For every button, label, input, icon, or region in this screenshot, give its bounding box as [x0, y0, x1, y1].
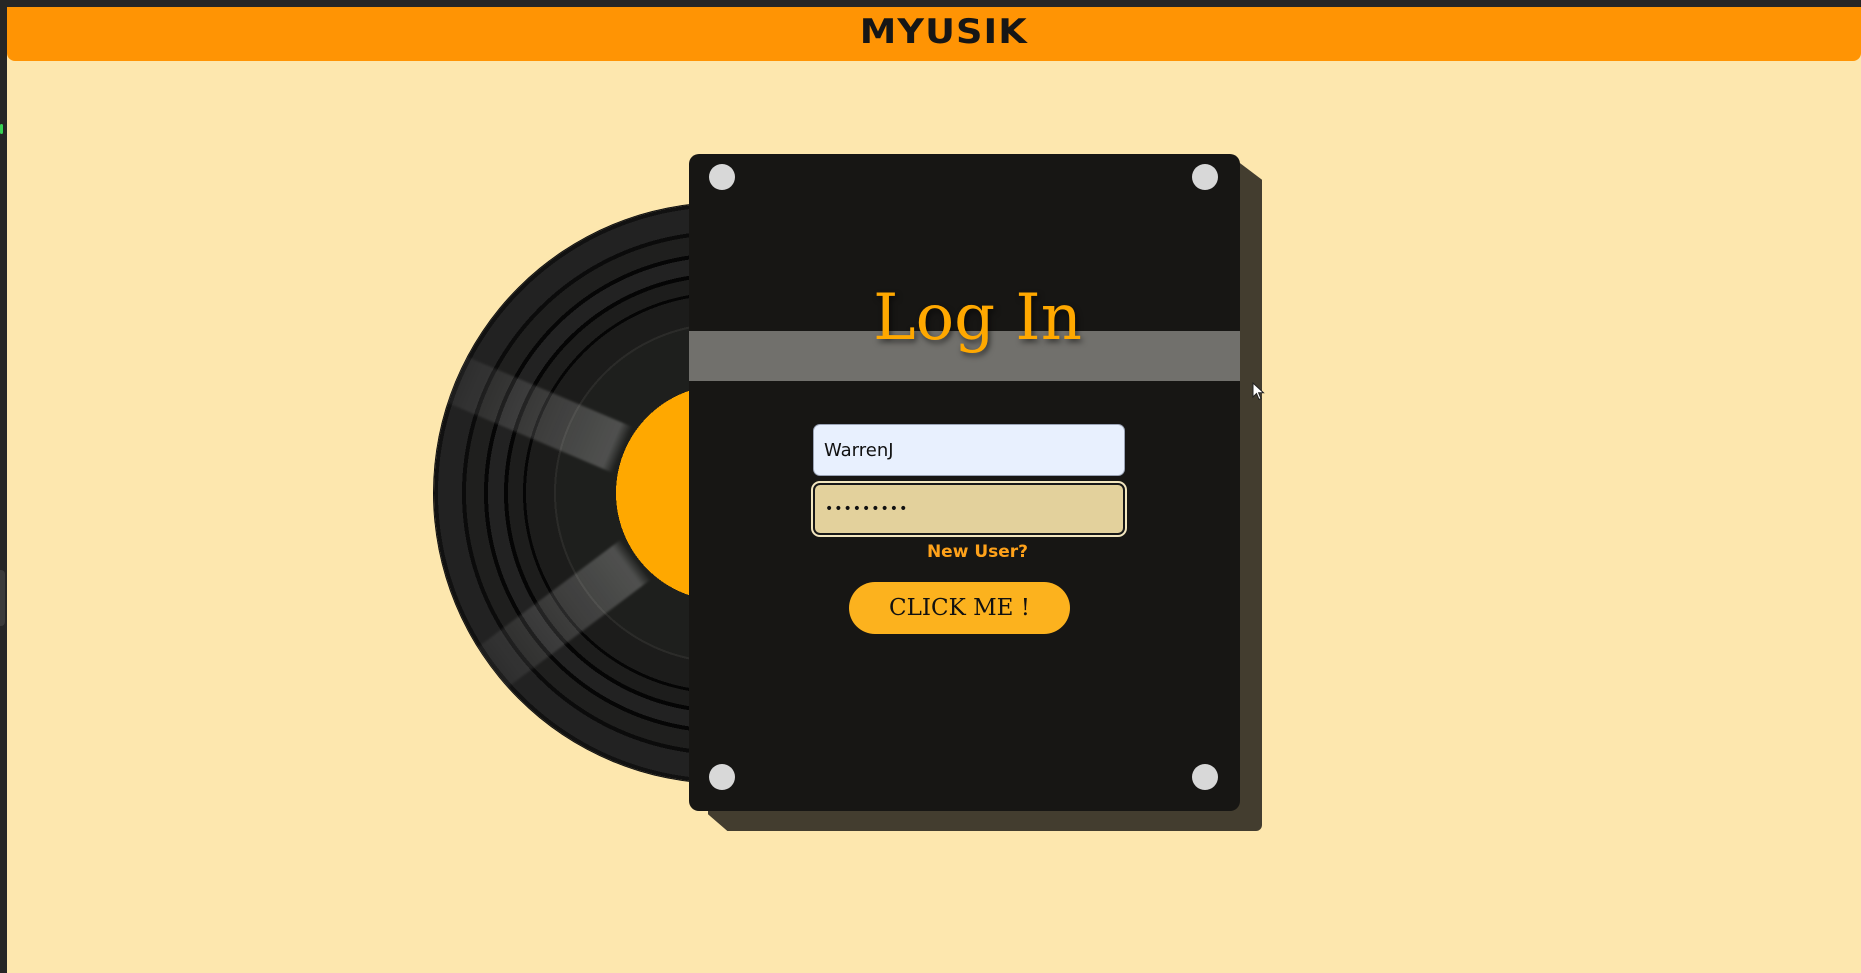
top-bar: MYUSIK: [7, 7, 1861, 61]
screw-icon: [709, 764, 735, 790]
login-panel: Log In New User? CLICK ME !: [689, 154, 1240, 811]
login-submit-button[interactable]: CLICK ME !: [849, 582, 1070, 634]
side-handle[interactable]: [0, 570, 5, 626]
screw-icon: [1192, 164, 1218, 190]
password-input[interactable]: [813, 483, 1125, 535]
page: MYUSIK Log In New User? CLICK ME !: [7, 7, 1861, 973]
new-user-link[interactable]: New User?: [702, 542, 1253, 562]
username-input[interactable]: [813, 424, 1125, 476]
screw-icon: [709, 164, 735, 190]
status-indicator: [0, 124, 3, 134]
mouse-cursor-icon: [1252, 382, 1265, 401]
login-title: Log In: [873, 281, 1082, 355]
screw-icon: [1192, 764, 1218, 790]
brand-logo[interactable]: MYUSIK: [860, 12, 1028, 52]
